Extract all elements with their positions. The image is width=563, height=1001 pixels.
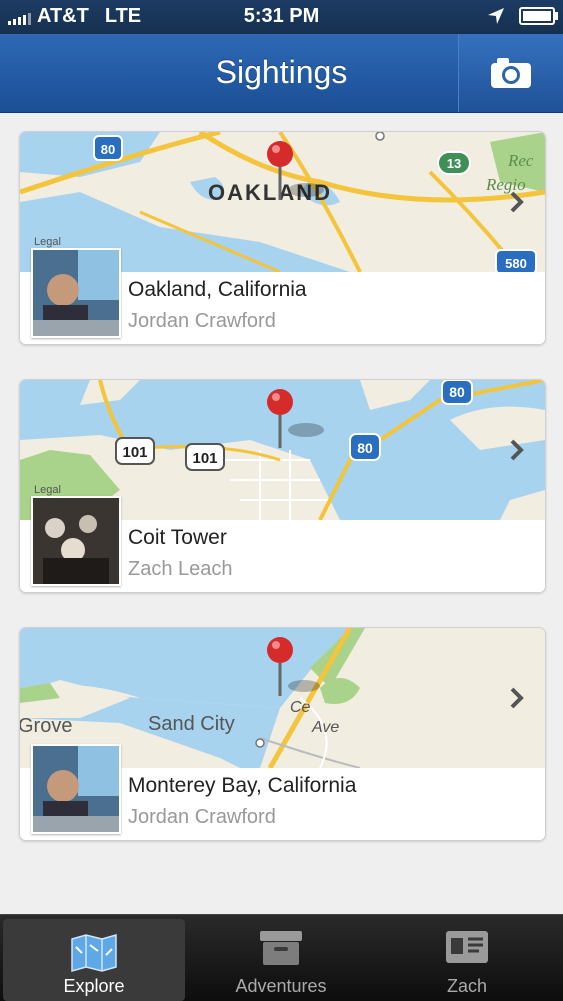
map-pin-icon	[267, 141, 293, 167]
svg-text:Ave: Ave	[311, 719, 339, 736]
card-footer: Oakland, California Jordan Crawford	[20, 248, 545, 344]
card-footer: Monterey Bay, California Jordan Crawford	[20, 744, 545, 840]
svg-text:80: 80	[357, 440, 373, 456]
svg-text:101: 101	[192, 450, 217, 467]
chevron-right-icon	[510, 687, 524, 709]
status-icons	[487, 7, 558, 25]
highway-shield: 580	[495, 249, 537, 272]
sighting-card[interactable]: 80 13 580 OAKLAND Rec Regio Legal Oaklan…	[19, 131, 546, 345]
id-card-icon	[446, 931, 488, 963]
tab-zach[interactable]: Zach	[376, 915, 558, 1001]
camera-button[interactable]	[458, 34, 563, 112]
sighting-place: Oakland, California	[128, 278, 307, 301]
svg-text:80: 80	[101, 142, 115, 157]
svg-text:580: 580	[505, 256, 527, 271]
nav-bar: Sightings	[0, 34, 563, 113]
sighting-card[interactable]: Grove Sand City Ce Ave Monterey Bay, Cal…	[19, 627, 546, 841]
highway-shield: 13	[437, 151, 471, 175]
clock: 5:31 PM	[243, 5, 320, 27]
user-photo	[31, 248, 121, 338]
tab-label: Explore	[63, 976, 125, 996]
map-legal-label: Legal	[34, 484, 61, 496]
highway-shield: 80	[349, 433, 381, 461]
tab-adventures[interactable]: Adventures	[190, 915, 372, 1001]
highway-shield: 80	[93, 135, 123, 161]
tab-label: Zach	[446, 976, 488, 996]
chevron-right-icon	[510, 191, 524, 213]
battery-icon	[519, 7, 558, 25]
user-photo	[31, 496, 121, 586]
sighting-person: Zach Leach	[128, 558, 233, 580]
chevron-right-icon	[510, 439, 524, 461]
svg-text:101: 101	[122, 444, 147, 461]
card-footer: Coit Tower Zach Leach	[20, 496, 545, 592]
sighting-card[interactable]: 101 101 80 80 Legal Coit Tower Zach Leac…	[19, 379, 546, 593]
highway-shield: 101	[185, 443, 225, 471]
status-bar: AT&T LTE 5:31 PM	[0, 0, 563, 34]
svg-text:13: 13	[447, 156, 461, 171]
map-icon	[71, 934, 117, 972]
map-city-label: Sand City	[148, 713, 235, 735]
highway-shield: 80	[441, 380, 473, 405]
archive-box-icon	[260, 931, 302, 965]
svg-text:80: 80	[449, 384, 465, 400]
location-arrow-icon	[488, 8, 504, 24]
map-pin-icon	[267, 389, 293, 415]
sighting-person: Jordan Crawford	[128, 806, 276, 828]
svg-text:Rec: Rec	[507, 151, 534, 170]
user-photo	[31, 744, 121, 834]
map-legal-label: Legal	[34, 236, 61, 248]
sighting-place: Monterey Bay, California	[128, 774, 357, 797]
tab-label: Adventures	[235, 976, 327, 996]
highway-shield: 101	[115, 437, 155, 465]
svg-text:Ce: Ce	[290, 699, 311, 716]
sighting-person: Jordan Crawford	[128, 310, 276, 332]
svg-text:Grove: Grove	[20, 715, 72, 737]
map-pin-icon	[267, 637, 293, 663]
camera-icon	[491, 58, 531, 88]
tab-explore[interactable]: Explore	[3, 919, 185, 1001]
tab-bar: Explore Adventures Zach	[0, 914, 563, 1001]
sighting-place: Coit Tower	[128, 526, 227, 549]
